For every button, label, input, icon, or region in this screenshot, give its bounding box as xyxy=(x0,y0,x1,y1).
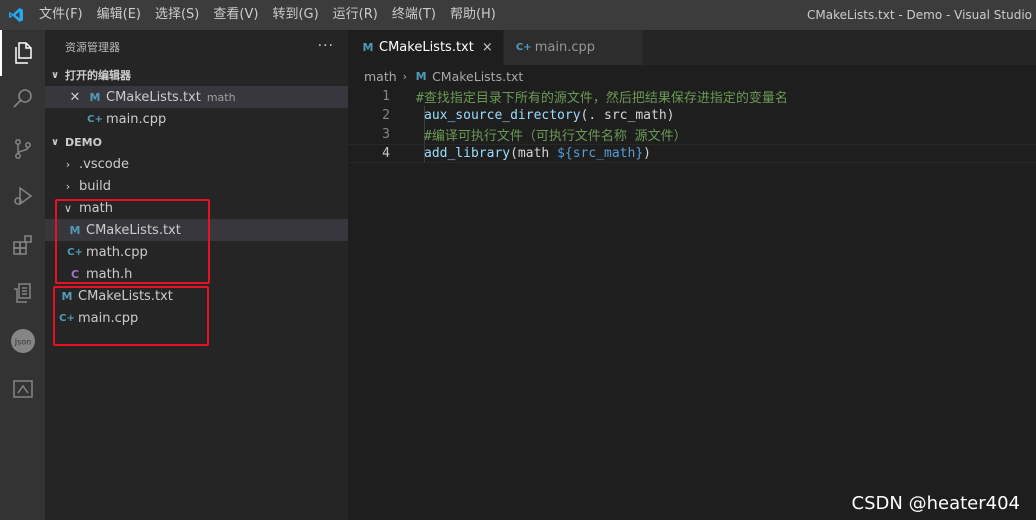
line-number: 1 xyxy=(382,89,390,104)
remote-icon[interactable] xyxy=(0,270,45,316)
source-control-icon[interactable] xyxy=(0,126,45,172)
close-icon[interactable]: ✕ xyxy=(67,90,83,105)
more-actions-icon[interactable]: ··· xyxy=(318,38,334,54)
watermark: CSDN @heater404 xyxy=(851,493,1020,514)
close-icon[interactable]: × xyxy=(482,40,493,55)
line-number: 4 xyxy=(382,146,390,161)
open-editor-label: CMakeLists.txt xyxy=(106,89,201,105)
code-line-current: 4 add_library(math ${src_math}) xyxy=(348,144,1036,163)
menu-terminal[interactable]: 终端(T) xyxy=(385,0,443,30)
cpp-file-icon: C+ xyxy=(87,113,103,125)
activity-bar: Json xyxy=(0,30,45,520)
open-editor-item[interactable]: ✕ M CMakeLists.txt math xyxy=(45,86,348,108)
chevron-right-icon: › xyxy=(65,157,71,171)
code-line: 2 aux_source_directory(. src_math) xyxy=(348,106,1036,125)
folder-item[interactable]: › build xyxy=(45,175,348,197)
code-line: 3 #编译可执行文件（可执行文件名称 源文件） xyxy=(348,125,1036,144)
highlight-box-root-files xyxy=(53,286,209,346)
explorer-sidebar: 资源管理器 ··· ∨ 打开的编辑器 ✕ M CMakeLists.txt ma… xyxy=(45,30,348,520)
tab-cmakelists[interactable]: M CMakeLists.txt × xyxy=(348,30,504,65)
code-function: aux_source_directory xyxy=(424,108,581,123)
code-variable: ${src_math} xyxy=(557,146,644,161)
cmake-file-icon: M xyxy=(89,90,101,104)
chevron-right-icon: › xyxy=(65,179,71,193)
menu-run[interactable]: 运行(R) xyxy=(326,0,385,30)
project-header[interactable]: ∨ DEMO xyxy=(45,131,348,153)
folder-item[interactable]: › .vscode xyxy=(45,153,348,175)
code-function: add_library xyxy=(424,146,511,161)
title-bar: 文件(F) 编辑(E) 选择(S) 查看(V) 转到(G) 运行(R) 终端(T… xyxy=(0,0,1036,30)
svg-text:Json: Json xyxy=(13,338,31,347)
cpp-file-icon: C+ xyxy=(515,42,532,53)
project-title: DEMO xyxy=(65,135,102,149)
explorer-title: 资源管理器 xyxy=(65,41,120,54)
folder-label: .vscode xyxy=(79,156,129,172)
code-comment: #查找指定目录下所有的源文件，然后把结果保存进指定的变量名 xyxy=(416,91,788,106)
chevron-down-icon: ∨ xyxy=(51,69,60,81)
menu-edit[interactable]: 编辑(E) xyxy=(90,0,148,30)
code-args: (. src_math) xyxy=(580,108,675,123)
line-number: 2 xyxy=(382,108,390,123)
menu-help[interactable]: 帮助(H) xyxy=(443,0,503,30)
tab-label: CMakeLists.txt xyxy=(379,40,474,55)
tab-label: main.cpp xyxy=(534,40,596,55)
open-editor-label: main.cpp xyxy=(106,111,167,127)
open-editor-description: math xyxy=(206,90,236,104)
files-icon[interactable] xyxy=(0,30,45,76)
chevron-down-icon: ∨ xyxy=(51,136,60,148)
code-comment: #编译可执行文件（可执行文件名称 源文件） xyxy=(424,129,687,144)
menu-view[interactable]: 查看(V) xyxy=(206,0,265,30)
open-editors-header[interactable]: ∨ 打开的编辑器 xyxy=(45,64,348,86)
folder-label: build xyxy=(79,178,111,194)
code-line: 1 #查找指定目录下所有的源文件，然后把结果保存进指定的变量名 xyxy=(348,87,1036,106)
chevron-right-icon: › xyxy=(402,69,408,83)
menu-go[interactable]: 转到(G) xyxy=(265,0,325,30)
menu-selection[interactable]: 选择(S) xyxy=(148,0,206,30)
breadcrumb: math › M CMakeLists.txt xyxy=(348,65,1036,87)
menu-file[interactable]: 文件(F) xyxy=(32,0,90,30)
editor-tabs: M CMakeLists.txt × C+ main.cpp xyxy=(348,30,1036,65)
search-icon[interactable] xyxy=(0,76,45,122)
json-icon[interactable]: Json xyxy=(0,318,45,364)
panel-icon[interactable] xyxy=(0,366,45,412)
explorer-header: 资源管理器 ··· xyxy=(45,30,348,64)
vscode-logo-icon xyxy=(0,0,32,30)
code-args: ) xyxy=(643,146,651,161)
extensions-icon[interactable] xyxy=(0,222,45,268)
tab-main-cpp[interactable]: C+ main.cpp xyxy=(503,30,645,65)
line-number: 3 xyxy=(382,127,390,142)
code-args: (math xyxy=(510,146,558,161)
highlight-box-math-folder xyxy=(55,199,210,284)
breadcrumb-folder[interactable]: math xyxy=(364,69,397,84)
cmake-file-icon: M xyxy=(415,69,427,83)
open-editors-title: 打开的编辑器 xyxy=(65,69,131,82)
window-title: CMakeLists.txt - Demo - Visual Studio xyxy=(807,8,1032,22)
cmake-file-icon: M xyxy=(362,41,374,54)
breadcrumb-file[interactable]: CMakeLists.txt xyxy=(432,69,523,84)
menu-bar: 文件(F) 编辑(E) 选择(S) 查看(V) 转到(G) 运行(R) 终端(T… xyxy=(32,0,503,30)
code-editor[interactable]: 1 #查找指定目录下所有的源文件，然后把结果保存进指定的变量名 2 aux_so… xyxy=(348,87,1036,520)
run-debug-icon[interactable] xyxy=(0,173,45,219)
open-editor-item[interactable]: C+ main.cpp xyxy=(45,108,348,130)
